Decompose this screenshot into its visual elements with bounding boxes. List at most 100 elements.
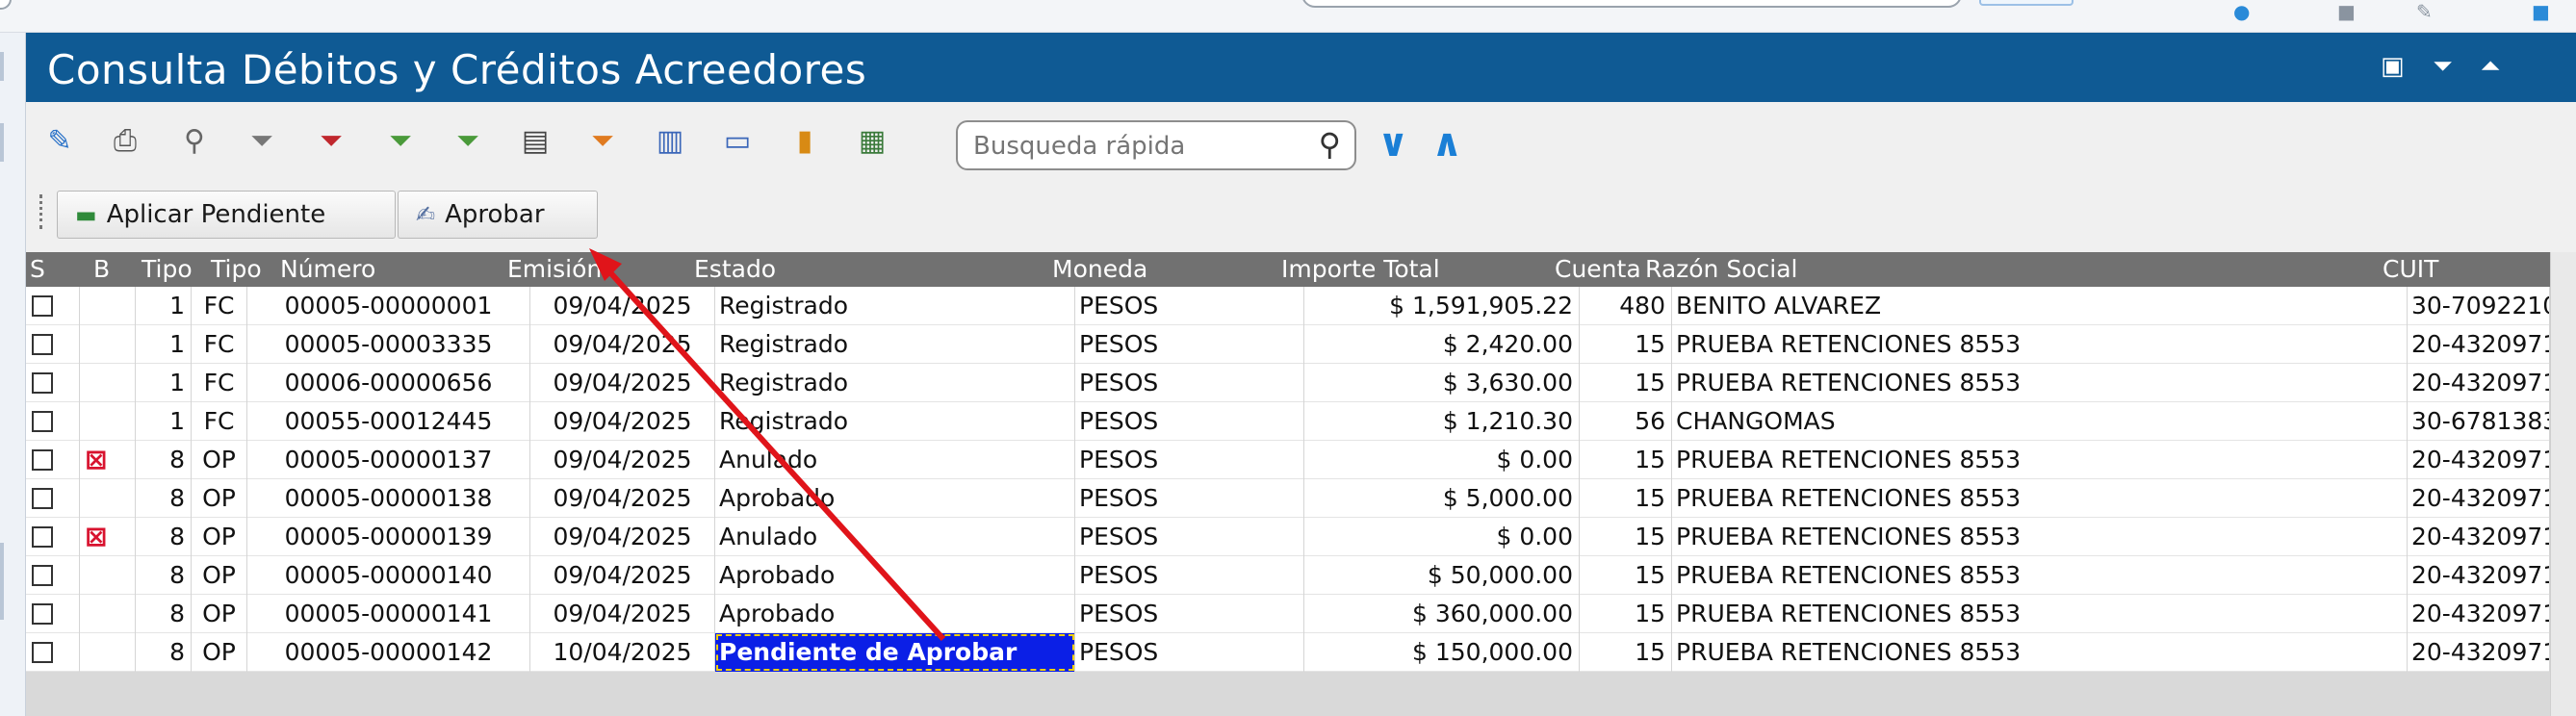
table-row[interactable]: ⊠ 8 OP 00005-00000139 09/04/2025 Anulado PESOS… — [26, 518, 2550, 556]
cell-cuit: 30-67813830-0 — [2408, 402, 2550, 441]
cell-s — [26, 364, 80, 402]
cell-razon-social: PRUEBA RETENCIONES 8553 — [1672, 364, 2408, 402]
row-checkbox[interactable] — [32, 372, 53, 394]
row-checkbox[interactable] — [32, 603, 53, 625]
form-icon[interactable]: ▭ — [719, 123, 756, 160]
cell-emision: 09/04/2025 — [530, 287, 715, 325]
cell-cuit: 20-43209715-4 — [2408, 518, 2550, 556]
header-col-numero[interactable]: Número — [280, 255, 375, 283]
table-row[interactable]: 1 FC 00005-00000001 09/04/2025 Registrado PES… — [26, 287, 2550, 325]
header-col-b[interactable]: B — [93, 255, 110, 283]
cell-numero: 00055-00012445 — [247, 402, 530, 441]
table-row[interactable]: 1 FC 00005-00003335 09/04/2025 Registrado PES… — [26, 325, 2550, 364]
bar-chart-icon[interactable]: ▮ — [786, 123, 823, 160]
table-row[interactable]: 8 OP 00005-00000140 09/04/2025 Aprobado PESOS… — [26, 556, 2550, 595]
profile-icon[interactable]: ■ — [2532, 0, 2550, 23]
cell-cuenta: 15 — [1580, 595, 1672, 633]
cell-estado: Aprobado — [715, 556, 1075, 595]
cell-emision: 10/04/2025 — [530, 633, 715, 672]
cell-estado: Aprobado — [715, 595, 1075, 633]
cell-estado: Aprobado — [715, 479, 1075, 518]
browser-toolbar-button[interactable] — [1979, 0, 2074, 6]
cell-b: ⊠ — [80, 441, 136, 479]
row-checkbox[interactable] — [32, 334, 53, 355]
row-checkbox[interactable] — [32, 449, 53, 471]
table-icon[interactable]: ▦ — [854, 123, 890, 160]
row-checkbox[interactable] — [32, 526, 53, 548]
filter-remove-icon[interactable]: ⏷ — [313, 123, 349, 160]
table-row[interactable]: ⊠ 8 OP 00005-00000137 09/04/2025 Anulado PESOS… — [26, 441, 2550, 479]
clipboard-icon[interactable]: ▤ — [517, 123, 554, 160]
cell-importe: $ 1,591,905.22 — [1304, 287, 1580, 325]
cell-estado: Registrado — [715, 364, 1075, 402]
chevron-down-icon[interactable]: ∨ — [1378, 121, 1408, 166]
quick-search[interactable]: ⚲ — [956, 120, 1356, 170]
header-col-tipo[interactable]: Tipo — [142, 255, 193, 283]
bookmark-icon[interactable]: ■ — [2337, 0, 2356, 23]
gutter-marker — [0, 123, 4, 162]
pen-icon[interactable]: ✎ — [2416, 0, 2433, 23]
row-checkbox[interactable] — [32, 295, 53, 317]
collapse-down-icon[interactable]: ⏷ — [2433, 52, 2453, 82]
cell-numero: 00005-00000138 — [247, 479, 530, 518]
chevron-up-icon[interactable]: ∧ — [1431, 121, 1462, 166]
columns-icon[interactable]: ▥ — [652, 123, 688, 160]
header-col-emision[interactable]: Emisión — [507, 255, 602, 283]
restore-window-icon[interactable]: ▣ — [2381, 52, 2405, 81]
search-icon[interactable]: ⚲ — [1319, 126, 1341, 163]
apply-pending-button[interactable]: ▬ Aplicar Pendiente — [57, 191, 396, 239]
filter-check-icon[interactable]: ⏷ — [450, 123, 486, 160]
edit-icon[interactable]: ✎ — [41, 123, 78, 160]
header-col-importe[interactable]: Importe Total — [1281, 255, 1440, 283]
cancelled-icon: ⊠ — [85, 521, 108, 552]
row-checkbox[interactable] — [32, 411, 53, 432]
cell-moneda: PESOS — [1075, 479, 1304, 518]
cell-tipo-doc: OP — [192, 595, 247, 633]
cell-tipo: 1 — [136, 402, 192, 441]
toolbar-grip[interactable] — [39, 194, 43, 229]
table-row[interactable]: 8 OP 00005-00000138 09/04/2025 Aprobado PESOS… — [26, 479, 2550, 518]
header-col-s[interactable]: S — [30, 255, 45, 283]
browser-search-box[interactable] — [1301, 0, 1962, 8]
cell-cuenta: 56 — [1580, 402, 1672, 441]
vertical-scrollbar[interactable] — [2550, 252, 2576, 716]
approve-button[interactable]: ✍ Aprobar — [398, 191, 598, 239]
header-col-estado[interactable]: Estado — [694, 255, 776, 283]
cell-s — [26, 556, 80, 595]
documents-grid: S B Tipo Tipo Número Emisión Estado Moneda Impor… — [26, 252, 2576, 716]
cell-importe: $ 5,000.00 — [1304, 479, 1580, 518]
cell-cuit: 20-43209715-4 — [2408, 325, 2550, 364]
cell-cuenta: 480 — [1580, 287, 1672, 325]
cell-b — [80, 364, 136, 402]
row-checkbox[interactable] — [32, 565, 53, 586]
cell-estado: Registrado — [715, 402, 1075, 441]
collapse-up-icon[interactable]: ⏶ — [2481, 52, 2501, 82]
cell-tipo-doc: FC — [192, 287, 247, 325]
header-col-cuenta[interactable]: Cuenta — [1555, 255, 1641, 283]
cell-moneda: PESOS — [1075, 402, 1304, 441]
row-checkbox[interactable] — [32, 642, 53, 663]
cell-tipo: 8 — [136, 633, 192, 672]
filter-icon[interactable]: ⏷ — [244, 123, 280, 160]
table-row[interactable]: 8 OP 00005-00000142 10/04/2025 Pendiente de … — [26, 633, 2550, 672]
export-icon[interactable]: ⏷ — [584, 123, 621, 160]
cell-cuit: 20-43209715-4 — [2408, 364, 2550, 402]
header-col-tipo-doc[interactable]: Tipo — [211, 255, 262, 283]
header-col-cuit[interactable]: CUIT — [2383, 255, 2438, 283]
table-row[interactable]: 1 FC 00006-00000656 09/04/2025 Registrado PES… — [26, 364, 2550, 402]
browser-button[interactable] — [0, 0, 12, 10]
approve-icon: ✍ — [416, 201, 436, 228]
table-row[interactable]: 1 FC 00055-00012445 09/04/2025 Registrado PES… — [26, 402, 2550, 441]
cell-tipo: 1 — [136, 287, 192, 325]
table-row[interactable]: 8 OP 00005-00000141 09/04/2025 Aprobado PESOS… — [26, 595, 2550, 633]
quick-search-input[interactable] — [973, 128, 1262, 165]
header-col-moneda[interactable]: Moneda — [1052, 255, 1147, 283]
magnifier-icon[interactable]: ⚲ — [176, 123, 213, 160]
selected-cell-estado[interactable]: Pendiente de Aprobar — [715, 633, 1075, 672]
header-col-razon-social[interactable]: Razón Social — [1645, 255, 1797, 283]
extension-icon[interactable]: ● — [2233, 0, 2250, 23]
cell-numero: 00005-00000139 — [247, 518, 530, 556]
print-icon[interactable]: ⎙ — [107, 123, 143, 160]
row-checkbox[interactable] — [32, 488, 53, 509]
filter-add-icon[interactable]: ⏷ — [382, 123, 419, 160]
